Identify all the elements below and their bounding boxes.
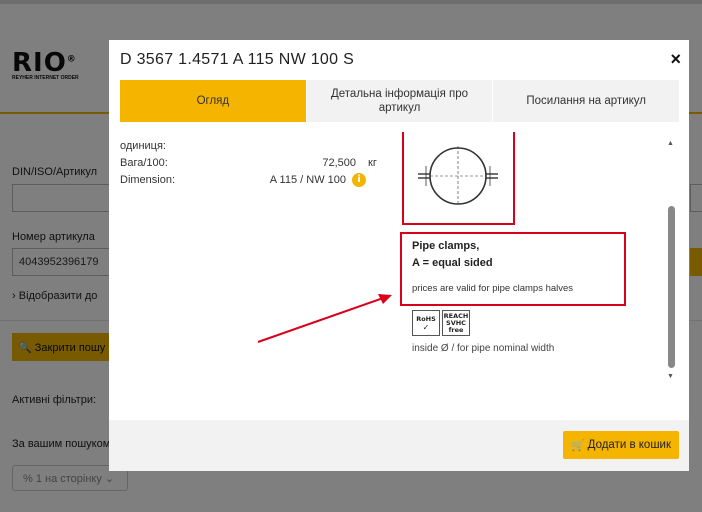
overview-content: одиниця: Вага/100: 72,500 кг Dimension: … xyxy=(120,132,679,388)
scroll-up-icon[interactable]: ▲ xyxy=(667,140,674,147)
close-icon[interactable]: × xyxy=(670,50,681,68)
price-note: prices are valid for pipe clamps halves xyxy=(412,283,574,294)
reach-badge: REACH SVHC free xyxy=(442,310,470,336)
weight-label: Вага/100: xyxy=(120,157,168,169)
tab-article-details[interactable]: Детальна інформація про артикул xyxy=(305,80,493,122)
check-icon: ✓ xyxy=(422,323,430,332)
rohs-badge: RoHS ✓ xyxy=(412,310,440,336)
weight-unit: кг xyxy=(368,157,377,169)
rohs-text: RoHS xyxy=(416,315,436,323)
cart-icon: 🛒 xyxy=(570,438,585,452)
pipe-clamp-image[interactable] xyxy=(408,136,508,216)
dimension-value: A 115 / NW 100 xyxy=(269,174,346,186)
scroll-down-icon[interactable]: ▼ xyxy=(667,373,674,380)
tab-overview[interactable]: Огляд xyxy=(120,80,306,122)
tab-article-links[interactable]: Посилання на артикул xyxy=(492,80,680,122)
add-to-cart-label: Додати в кошик xyxy=(587,439,671,451)
weight-value: 72,500 xyxy=(322,157,356,169)
scrollbar[interactable]: ▲ ▼ xyxy=(665,136,677,386)
product-title-line1: Pipe clamps, xyxy=(412,240,480,252)
modal-tabs: Огляд Детальна інформація про артикул По… xyxy=(120,80,680,122)
scroll-thumb[interactable] xyxy=(668,206,675,368)
pipe-note: inside Ø / for pipe nominal width xyxy=(412,343,555,354)
product-modal: D 3567 1.4571 A 115 NW 100 S × Огляд Дет… xyxy=(109,40,689,471)
unit-label: одиниця: xyxy=(120,140,166,152)
dimension-label: Dimension: xyxy=(120,174,176,186)
info-icon[interactable]: i xyxy=(352,173,366,187)
modal-title: D 3567 1.4571 A 115 NW 100 S xyxy=(120,51,355,68)
product-title-line2: A = equal sided xyxy=(412,257,493,269)
modal-header: D 3567 1.4571 A 115 NW 100 S × xyxy=(109,40,689,80)
modal-footer: 🛒 Додати в кошик xyxy=(109,420,689,471)
free-text: free xyxy=(448,326,464,334)
add-to-cart-button[interactable]: 🛒 Додати в кошик xyxy=(562,431,679,459)
